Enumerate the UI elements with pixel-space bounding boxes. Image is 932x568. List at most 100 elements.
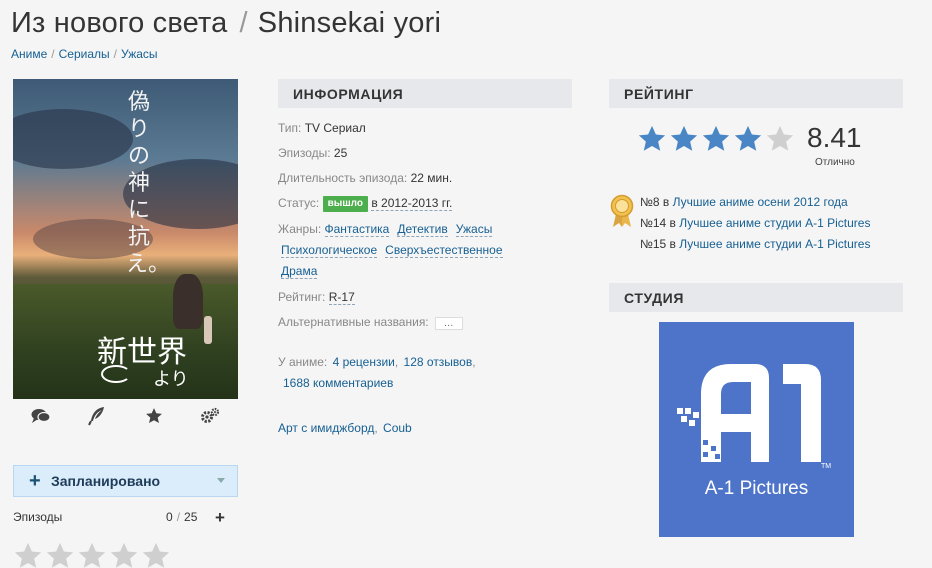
info-genres-line2: Психологическое Сверхъестественное — [281, 243, 511, 258]
rank-list: №8 в Лучшие аниме осени 2012 года №14 в … — [640, 192, 910, 255]
user-rating-star[interactable] — [109, 541, 139, 568]
age-rating[interactable]: R-17 — [328, 290, 355, 305]
comments-icon[interactable] — [30, 405, 52, 427]
poster-cloud — [13, 109, 133, 169]
info-value: 22 мин. — [410, 171, 453, 185]
page-title: Из нового света / Shinsekai yori — [11, 7, 441, 40]
rank-link[interactable]: Лучшее аниме студии A-1 Pictures — [679, 237, 870, 251]
user-rating-stars[interactable] — [13, 541, 171, 568]
plus-icon: + — [29, 469, 41, 492]
trademark-mark: TM — [821, 463, 832, 470]
info-episodes: Эпизоды: 25 — [278, 146, 347, 160]
rank-number: №15 в — [640, 237, 676, 251]
title-separator: / — [239, 7, 248, 39]
info-genres-line3: Драма — [281, 264, 325, 279]
genre-link[interactable]: Драма — [281, 264, 318, 279]
breadcrumb-series[interactable]: Сериалы — [59, 47, 110, 61]
genre-link[interactable]: Детектив — [397, 222, 448, 237]
increment-episode-button[interactable]: + — [215, 508, 225, 528]
breadcrumb-separator: / — [51, 47, 55, 61]
studio-name: A-1 Pictures — [704, 478, 809, 499]
rank-item: №8 в Лучшие аниме осени 2012 года — [640, 192, 905, 213]
info-rating: Рейтинг: R-17 — [278, 290, 355, 305]
info-key: У аниме: — [278, 355, 328, 369]
quill-icon[interactable] — [86, 405, 108, 427]
episodes-total: 25 — [184, 510, 198, 524]
rating-star-icon — [670, 125, 698, 151]
rating-score: 8.41 — [807, 122, 862, 153]
rating-star-icon — [638, 125, 666, 151]
rank-number: №14 в — [640, 216, 676, 230]
user-rating-star[interactable] — [77, 541, 107, 568]
info-status: Статус: вышло в 2012-2013 гг. — [278, 196, 453, 212]
a1-pictures-logo-mark — [677, 364, 821, 462]
user-rating-star[interactable] — [13, 541, 43, 568]
info-extra-links: Арт с имиджборд, Coub — [278, 421, 412, 435]
breadcrumb-separator: / — [113, 47, 117, 61]
breadcrumb: Аниме / Сериалы / Ужасы — [11, 47, 158, 61]
rating-heading: РЕЙТИНГ — [609, 79, 903, 108]
breadcrumb-horror[interactable]: Ужасы — [121, 47, 158, 61]
genre-link[interactable]: Фантастика — [324, 222, 390, 237]
star-icon[interactable] — [143, 405, 165, 427]
coub-link[interactable]: Coub — [383, 421, 412, 435]
episodes-counter[interactable]: 0/25 — [166, 510, 197, 524]
episodes-watched: 0 — [166, 510, 173, 524]
poster-logo-ring — [101, 365, 131, 383]
info-alt-names: Альтернативные названия: … — [278, 315, 463, 330]
gears-icon[interactable] — [199, 405, 221, 427]
rank-item: №15 в Лучшее аниме студии A-1 Pictures — [640, 234, 905, 255]
medal-icon — [610, 194, 634, 227]
poster-logo-sub: より — [153, 369, 189, 390]
art-link[interactable]: Арт с имиджборд — [278, 421, 374, 435]
rating-stars — [636, 124, 796, 154]
info-comments-line: 1688 комментариев — [283, 376, 393, 390]
genre-link[interactable]: Психологическое — [281, 243, 378, 258]
chevron-down-icon[interactable] — [217, 478, 225, 483]
rating-word: Отлично — [815, 157, 855, 168]
studio-heading: СТУДИЯ — [609, 283, 903, 312]
rank-number: №8 в — [640, 195, 670, 209]
info-key: Длительность эпизода: — [278, 171, 408, 185]
rating-star-icon — [734, 125, 762, 151]
info-key: Эпизоды: — [278, 146, 331, 160]
poster-image[interactable]: 偽りの神に抗え。 新世界 より — [13, 79, 238, 399]
info-value: 25 — [333, 146, 348, 160]
info-key: Альтернативные названия: — [278, 315, 429, 329]
alt-names-expand-button[interactable]: … — [434, 317, 463, 330]
poster-vertical-text: 偽りの神に抗え。 — [126, 90, 171, 277]
info-genres: Жанры: Фантастика Детектив Ужасы — [278, 222, 500, 237]
genre-link[interactable]: Сверхъестественное — [385, 243, 503, 258]
reviews-link[interactable]: 4 рецензии — [333, 355, 395, 369]
info-heading: ИНФОРМАЦИЯ — [278, 79, 572, 108]
user-list-status-label: Запланировано — [51, 473, 161, 489]
breadcrumb-anime[interactable]: Аниме — [11, 47, 47, 61]
rank-item: №14 в Лучшее аниме студии A-1 Pictures — [640, 213, 905, 234]
info-value: TV Сериал — [304, 121, 366, 135]
info-key: Рейтинг: — [278, 290, 326, 304]
user-rating-star[interactable] — [141, 541, 171, 568]
studio-logo[interactable]: TM A-1 Pictures — [659, 322, 854, 537]
rating-star-icon — [702, 125, 730, 151]
info-type: Тип: TV Сериал — [278, 121, 366, 135]
rank-link[interactable]: Лучшие аниме осени 2012 года — [673, 195, 848, 209]
genre-link[interactable]: Ужасы — [455, 222, 493, 237]
status-period[interactable]: в 2012-2013 гг. — [371, 196, 453, 211]
title-japanese: Shinsekai yori — [257, 7, 442, 39]
info-key: Жанры: — [278, 222, 322, 236]
title-russian: Из нового света — [11, 7, 228, 39]
poster-figure — [204, 316, 212, 344]
status-badge: вышло — [322, 196, 368, 212]
user-list-status-dropdown[interactable]: + Запланировано — [13, 465, 238, 497]
rating-star-icon — [766, 125, 794, 151]
info-key: Статус: — [278, 196, 320, 210]
episodes-label: Эпизоды — [13, 510, 63, 524]
info-duration: Длительность эпизода: 22 мин. — [278, 171, 452, 185]
forum-comments-link[interactable]: 1688 комментариев — [283, 376, 393, 390]
info-key: Тип: — [278, 121, 302, 135]
user-rating-star[interactable] — [45, 541, 75, 568]
comments-link[interactable]: 128 отзывов — [404, 355, 473, 369]
rank-link[interactable]: Лучшее аниме студии A-1 Pictures — [679, 216, 870, 230]
info-user-content: У аниме: 4 рецензии, 128 отзывов, — [278, 355, 476, 369]
poster-creature — [173, 274, 203, 329]
